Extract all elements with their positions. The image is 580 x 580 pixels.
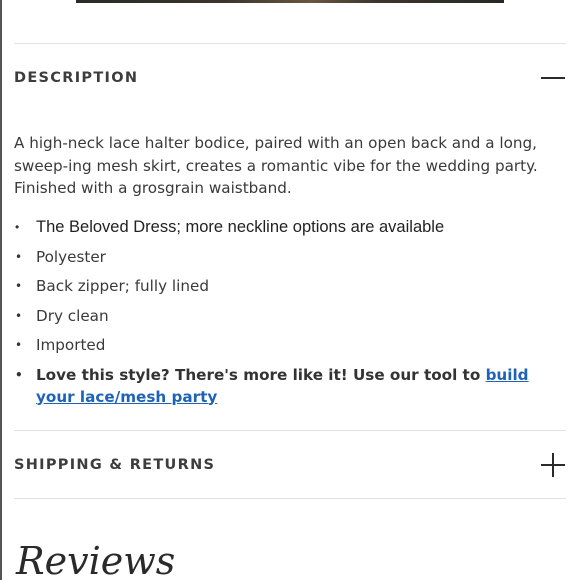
feature-text: Imported <box>36 336 106 354</box>
feature-text: Dry clean <box>36 306 109 325</box>
feature-text: Polyester <box>36 247 106 266</box>
bullet-icon: • <box>15 279 23 293</box>
divider-bottom <box>14 498 566 499</box>
divider-mid <box>14 430 566 431</box>
list-item: • Back zipper; fully lined <box>14 275 566 297</box>
reviews-heading: Reviews <box>16 539 176 580</box>
promo-list-item: • Love this style? There's more like it!… <box>14 364 566 408</box>
shipping-returns-title: SHIPPING & RETURNS <box>14 457 216 473</box>
bullet-icon: • <box>15 220 20 234</box>
list-item: • The Beloved Dress; more neckline optio… <box>14 216 566 238</box>
list-item: • Dry clean <box>14 305 566 327</box>
feature-list: • The Beloved Dress; more neckline optio… <box>14 216 566 415</box>
bullet-icon: • <box>15 308 23 323</box>
promo-text: Love this style? There's more like it! U… <box>36 365 481 384</box>
list-item: • Imported <box>14 334 566 356</box>
description-body: A high-neck lace halter bodice, paired w… <box>14 134 538 197</box>
feature-text: Back zipper; fully lined <box>36 277 209 295</box>
description-header[interactable]: DESCRIPTION <box>14 63 566 93</box>
description-title: DESCRIPTION <box>14 70 139 86</box>
product-image-bottom-edge <box>76 0 504 3</box>
shipping-returns-header[interactable]: SHIPPING & RETURNS <box>14 450 566 480</box>
plus-icon[interactable] <box>541 453 565 477</box>
bullet-icon: • <box>15 249 23 264</box>
list-item: • Polyester <box>14 246 566 268</box>
divider-top <box>14 43 566 44</box>
minus-icon[interactable] <box>541 66 565 90</box>
left-edge-rule <box>0 0 2 580</box>
bullet-icon: • <box>15 367 23 382</box>
feature-text: The Beloved Dress; more neckline options… <box>36 218 445 236</box>
bullet-icon: • <box>15 338 23 352</box>
